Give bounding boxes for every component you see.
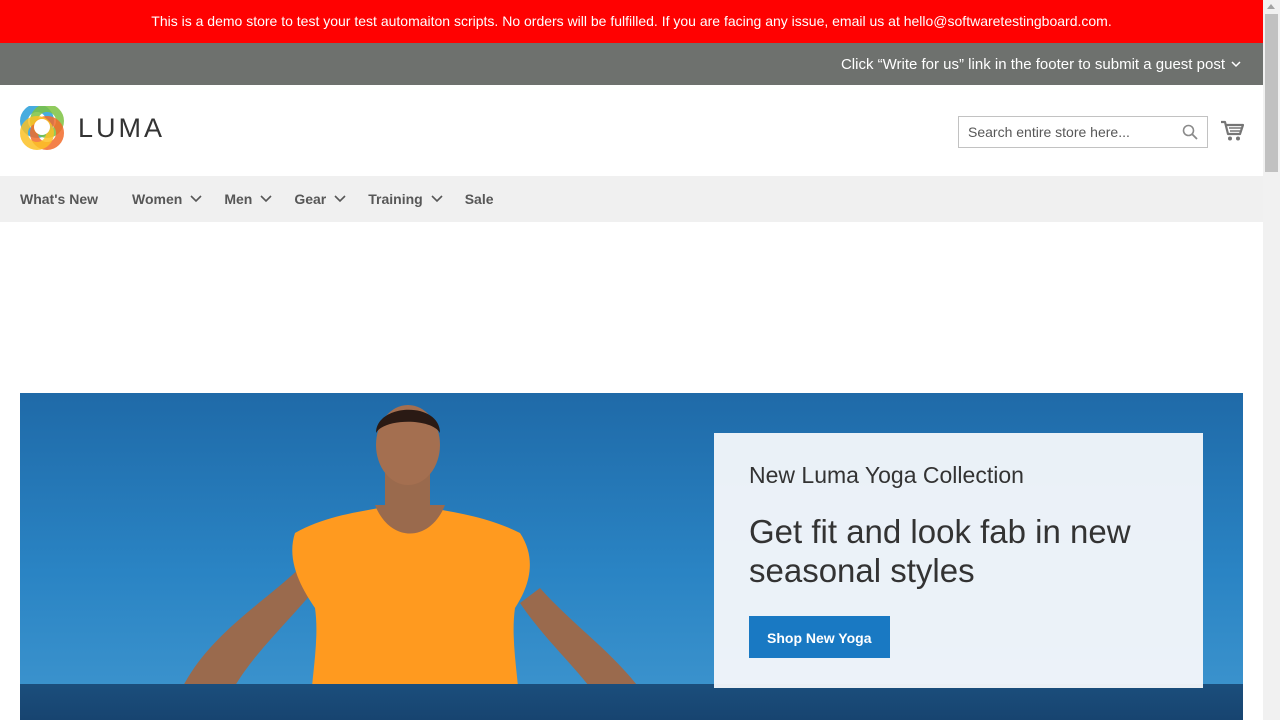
guest-post-bar[interactable]: Click “Write for us” link in the footer …	[0, 43, 1263, 85]
page-scrollbar[interactable]	[1263, 0, 1280, 720]
nav-item-label[interactable]: Sale	[465, 191, 494, 207]
nav-item-gear[interactable]: Gear	[294, 176, 346, 222]
chevron-down-icon[interactable]	[190, 195, 202, 203]
guest-post-text[interactable]: Click “Write for us” link in the footer …	[841, 56, 1225, 73]
nav-item-label[interactable]: Training	[368, 191, 422, 207]
nav-item-whats-new[interactable]: What's New	[20, 176, 98, 222]
chevron-down-icon[interactable]	[431, 195, 443, 203]
demo-banner-text: This is a demo store to test your test a…	[151, 13, 1112, 29]
nav-item-women[interactable]: Women	[132, 176, 202, 222]
hero-promo-card: New Luma Yoga Collection Get fit and loo…	[714, 433, 1203, 688]
cart-icon[interactable]	[1220, 120, 1244, 142]
chevron-down-icon[interactable]	[334, 195, 346, 203]
luma-logo-icon[interactable]	[20, 106, 64, 150]
nav-item-label[interactable]: Gear	[294, 191, 326, 207]
sea-horizon	[20, 684, 1243, 720]
scroll-up-arrow[interactable]	[1267, 4, 1275, 9]
hero-eyebrow: New Luma Yoga Collection	[749, 462, 1024, 488]
nav-item-label[interactable]: Men	[224, 191, 252, 207]
demo-store-banner: This is a demo store to test your test a…	[0, 0, 1263, 43]
search-box[interactable]	[958, 116, 1208, 148]
nav-item-sale[interactable]: Sale	[465, 176, 494, 222]
logo-wordmark[interactable]: LUMA	[78, 113, 165, 144]
hero-headline: Get fit and look fab in new seasonal sty…	[749, 513, 1131, 589]
nav-item-training[interactable]: Training	[368, 176, 443, 222]
shop-new-yoga-button[interactable]: Shop New Yoga	[749, 616, 890, 658]
site-header: LUMA	[0, 85, 1263, 176]
scrollbar-thumb[interactable]	[1265, 14, 1278, 172]
chevron-down-icon[interactable]	[260, 195, 272, 203]
page: This is a demo store to test your test a…	[0, 0, 1263, 720]
nav-item-label[interactable]: Women	[132, 191, 182, 207]
chevron-down-icon[interactable]	[1231, 59, 1241, 69]
nav-item-men[interactable]: Men	[224, 176, 272, 222]
luma-logo[interactable]: LUMA	[20, 106, 165, 150]
yoga-model-image[interactable]	[20, 393, 720, 720]
nav-item-label[interactable]: What's New	[20, 191, 98, 207]
main-navigation: What's New Women Men Gear Training Sale	[0, 176, 1263, 222]
search-input[interactable]	[959, 117, 1174, 147]
search-icon[interactable]	[1182, 124, 1198, 140]
